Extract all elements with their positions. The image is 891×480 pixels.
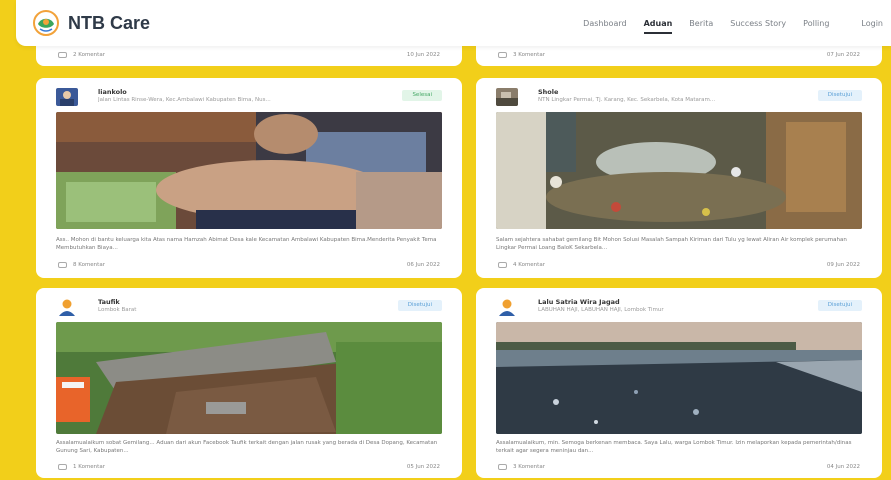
report-card[interactable]: Lalu Satria Wira Jagad LABUHAN HAJI, LAB… — [476, 288, 882, 478]
user-name: Shole — [538, 88, 559, 96]
card-footer: 1 Komentar 05 Jun 2022 — [58, 464, 440, 470]
default-user-icon — [496, 298, 518, 316]
report-date: 09 Jun 2022 — [826, 262, 860, 268]
nav-polling[interactable]: Polling — [803, 19, 829, 28]
default-user-icon — [56, 298, 78, 316]
comments-count: 2 Komentar — [73, 52, 105, 58]
user-location: NTN Lingkar Permai, Tj. Karang, Kec. Sek… — [538, 97, 716, 103]
user-name: Lalu Satria Wira Jagad — [538, 298, 620, 306]
comments-count: 8 Komentar — [73, 262, 105, 268]
brand[interactable]: NTB Care — [32, 9, 150, 37]
status-badge: Selesai — [402, 90, 442, 101]
comments-link[interactable]: 2 Komentar — [58, 52, 105, 58]
user-name: liankolo — [98, 88, 127, 96]
ntb-care-logo-icon — [33, 10, 59, 36]
comments-count: 4 Komentar — [513, 262, 545, 268]
nav-aduan[interactable]: Aduan — [643, 19, 672, 34]
status-badge: Disetujui — [397, 300, 442, 311]
user-name: Taufik — [98, 298, 120, 306]
report-description: Ass.. Mohon di bantu keluarga kita Atas … — [56, 237, 437, 251]
card-header: liankolo Jalan Lintas Rinse-Wera, Kec.Am… — [56, 86, 442, 108]
comment-icon — [498, 262, 507, 268]
report-card[interactable]: liankolo Jalan Lintas Rinse-Wera, Kec.Am… — [36, 78, 462, 278]
comment-icon — [58, 262, 67, 268]
nav-menu: Dashboard Aduan Berita Success Story Pol… — [566, 19, 883, 34]
comments-link[interactable]: 3 Komentar — [498, 464, 545, 470]
report-photo[interactable] — [496, 322, 862, 434]
report-date: 05 Jun 2022 — [406, 464, 440, 470]
comment-icon — [498, 464, 507, 470]
card-footer: 3 Komentar 04 Jun 2022 — [498, 464, 860, 470]
comments-link[interactable]: 8 Komentar — [58, 262, 105, 268]
user-location: Lombok Barat — [98, 307, 137, 313]
user-avatar — [56, 88, 78, 106]
report-date: 06 Jun 2022 — [406, 262, 440, 268]
card-footer: 3 Komentar 07 Jun 2022 — [498, 52, 860, 58]
comments-count: 3 Komentar — [513, 464, 545, 470]
card-footer: 8 Komentar 06 Jun 2022 — [58, 262, 440, 268]
top-navbar: NTB Care Dashboard Aduan Berita Success … — [16, 0, 891, 46]
nav-success-story[interactable]: Success Story — [730, 19, 786, 28]
user-avatar — [56, 298, 78, 316]
report-date: 10 Jun 2022 — [406, 52, 440, 58]
user-location: LABUHAN HAJI, LABUHAN HAJI, Lombok Timur — [538, 307, 664, 313]
user-location: Jalan Lintas Rinse-Wera, Kec.Ambalawi Ka… — [98, 97, 271, 103]
avatar-photo-icon — [56, 88, 78, 106]
card-footer: 2 Komentar 10 Jun 2022 — [58, 52, 440, 58]
card-header: Taufik Lombok Barat Disetujui — [56, 296, 442, 318]
comment-icon — [498, 52, 507, 58]
report-card[interactable]: Shole NTN Lingkar Permai, Tj. Karang, Ke… — [476, 78, 882, 278]
avatar-photo-icon — [496, 88, 518, 106]
comment-icon — [58, 464, 67, 470]
status-badge: Disetujui — [817, 90, 862, 101]
comments-link[interactable]: 1 Komentar — [58, 464, 105, 470]
status-badge: Disetujui — [817, 300, 862, 311]
card-footer: 4 Komentar 09 Jun 2022 — [498, 262, 860, 268]
brand-name: NTB Care — [68, 12, 151, 33]
report-description: Assalamualaikum, min. Semoga berkenan me… — [496, 440, 852, 454]
report-description: Assalamualaikum sobat Gemilang... Aduan … — [56, 440, 438, 454]
patient-photo-icon — [56, 112, 442, 229]
nav-login[interactable]: Login — [861, 19, 883, 28]
comment-icon — [58, 52, 67, 58]
report-photo[interactable] — [56, 322, 442, 434]
card-header: Shole NTN Lingkar Permai, Tj. Karang, Ke… — [496, 86, 862, 108]
nav-dashboard[interactable]: Dashboard — [583, 19, 626, 28]
comments-link[interactable]: 4 Komentar — [498, 262, 545, 268]
report-photo[interactable] — [496, 112, 862, 229]
comments-link[interactable]: 3 Komentar — [498, 52, 545, 58]
comments-count: 1 Komentar — [73, 464, 105, 470]
report-description: Salam sejahtera sahabat gemilang Bit Moh… — [496, 237, 847, 251]
report-date: 04 Jun 2022 — [826, 464, 860, 470]
polluted-beach-photo-icon — [496, 322, 862, 434]
garbage-river-photo-icon — [496, 112, 862, 229]
damaged-road-photo-icon — [56, 322, 442, 434]
card-header: Lalu Satria Wira Jagad LABUHAN HAJI, LAB… — [496, 296, 862, 318]
user-avatar — [496, 88, 518, 106]
report-card[interactable]: Taufik Lombok Barat Disetujui Assalamual… — [36, 288, 462, 478]
report-date: 07 Jun 2022 — [826, 52, 860, 58]
comments-count: 3 Komentar — [513, 52, 545, 58]
nav-berita[interactable]: Berita — [689, 19, 713, 28]
user-avatar — [496, 298, 518, 316]
report-photo[interactable] — [56, 112, 442, 229]
